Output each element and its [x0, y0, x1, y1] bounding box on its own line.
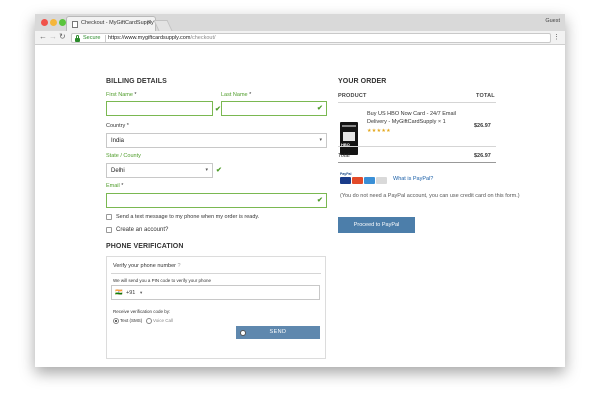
address-divider	[105, 35, 106, 42]
send-button[interactable]: SEND	[236, 326, 320, 339]
country-value: India	[111, 138, 125, 144]
product-price: $26.97	[474, 123, 491, 129]
lock-icon	[75, 35, 80, 42]
chevron-down-icon: ▾	[319, 137, 322, 143]
receive-method-label: Receive verification code by:	[113, 309, 171, 314]
minimize-window-icon[interactable]	[50, 19, 57, 26]
page-icon	[72, 21, 78, 28]
secure-label: Secure	[83, 35, 101, 41]
order-heading: YOUR ORDER	[338, 78, 387, 85]
india-flag-icon: 🇮🇳	[115, 290, 123, 296]
panel-divider	[111, 273, 321, 274]
new-tab-button[interactable]	[153, 20, 173, 31]
phone-number-input[interactable]: 🇮🇳 +91 ▾	[111, 285, 320, 300]
url-text: https://www.mygiftcardsupply.com/checkou…	[108, 35, 216, 41]
order-header-rule	[338, 102, 496, 103]
sms-radio[interactable]	[113, 318, 119, 324]
last-name-check-icon: ✔	[317, 105, 323, 112]
first-name-label: First Name *	[106, 92, 137, 98]
last-name-label: Last Name *	[221, 92, 252, 98]
browser-toolbar: ← → ↻ Secure https://www.mygiftcardsuppl…	[35, 31, 565, 45]
state-label: State / County	[106, 153, 141, 159]
paypal-icon: PayPal	[340, 172, 352, 176]
profile-label[interactable]: Guest	[545, 18, 560, 24]
country-select[interactable]: India ▾	[106, 133, 327, 148]
sms-opt-in-checkbox[interactable]	[106, 214, 112, 220]
visa-icon	[340, 177, 351, 184]
first-name-check-icon: ✔	[215, 106, 221, 113]
product-column-header: PRODUCT	[338, 93, 367, 99]
reload-icon[interactable]: ↻	[59, 32, 66, 41]
sms-option-label: Text (SMS)	[120, 318, 143, 323]
total-label: Total	[338, 153, 350, 159]
order-total-rule	[338, 162, 496, 163]
state-check-icon: ✔	[216, 167, 222, 174]
create-account-label: Create an account?	[116, 227, 169, 233]
chevron-down-icon: ▾	[205, 167, 208, 173]
browser-window: Checkout - MyGiftCardSupply × Guest ← → …	[35, 14, 565, 367]
dial-code[interactable]: +91	[126, 290, 135, 296]
create-account-checkbox[interactable]	[106, 227, 112, 233]
paypal-note: (You do not need a PayPal account, you c…	[340, 193, 520, 199]
email-input[interactable]	[106, 193, 327, 208]
mouse-cursor-icon	[240, 330, 246, 336]
amex-icon	[364, 177, 375, 184]
voice-call-radio[interactable]	[146, 318, 152, 324]
country-label: Country *	[106, 123, 129, 129]
state-select[interactable]: Delhi ▾	[106, 163, 213, 178]
total-value: $26.97	[474, 153, 491, 159]
sms-opt-in-label: Send a text message to my phone when my …	[116, 214, 260, 220]
chevron-down-icon: ▾	[140, 290, 143, 295]
verify-phone-label: Verify your phone number ?	[113, 263, 181, 269]
phone-verification-panel	[106, 256, 326, 359]
forward-icon[interactable]: →	[49, 32, 57, 41]
order-item-rule	[338, 146, 496, 147]
first-name-input[interactable]	[106, 101, 213, 116]
last-name-input[interactable]	[221, 101, 327, 116]
voice-option-label: Voice Call	[153, 318, 174, 323]
proceed-to-paypal-button[interactable]: Proceed to PayPal	[338, 217, 415, 233]
address-bar[interactable]: Secure https://www.mygiftcardsupply.com/…	[71, 33, 551, 43]
url-path: /checkout/	[190, 35, 216, 41]
rating-stars: ★★★★★	[367, 128, 391, 134]
state-value: Delhi	[111, 168, 125, 174]
paypal-acceptance-logos: PayPal	[340, 172, 390, 186]
phone-verification-heading: PHONE VERIFICATION	[106, 243, 184, 250]
maximize-window-icon[interactable]	[59, 19, 66, 26]
discover-icon	[376, 177, 387, 184]
what-is-paypal-link[interactable]: What is PayPal?	[393, 176, 433, 182]
close-tab-icon[interactable]: ×	[147, 19, 151, 26]
tab-title: Checkout - MyGiftCardSupply	[81, 20, 154, 26]
mastercard-icon	[352, 177, 363, 184]
back-icon[interactable]: ←	[39, 32, 47, 41]
tab-checkout[interactable]: Checkout - MyGiftCardSupply ×	[66, 16, 156, 31]
send-pin-text: We will send you a PIN code to verify yo…	[113, 278, 211, 283]
billing-heading: BILLING DETAILS	[106, 78, 167, 85]
email-label: Email *	[106, 183, 124, 189]
hbo-card-image: HBO	[340, 122, 358, 155]
product-name[interactable]: Buy US HBO Now Card - 24/7 Email Deliver…	[367, 110, 477, 126]
close-window-icon[interactable]	[41, 19, 48, 26]
browser-menu-icon[interactable]: ⋮	[553, 33, 560, 41]
help-icon: ?	[177, 263, 181, 269]
total-column-header: TOTAL	[476, 93, 495, 99]
url-host: https://www.mygiftcardsupply.com	[108, 35, 191, 41]
tab-bar: Checkout - MyGiftCardSupply × Guest	[35, 14, 565, 31]
email-check-icon: ✔	[317, 197, 323, 204]
checkout-page: BILLING DETAILS First Name * ✔ Last Name…	[35, 45, 565, 367]
